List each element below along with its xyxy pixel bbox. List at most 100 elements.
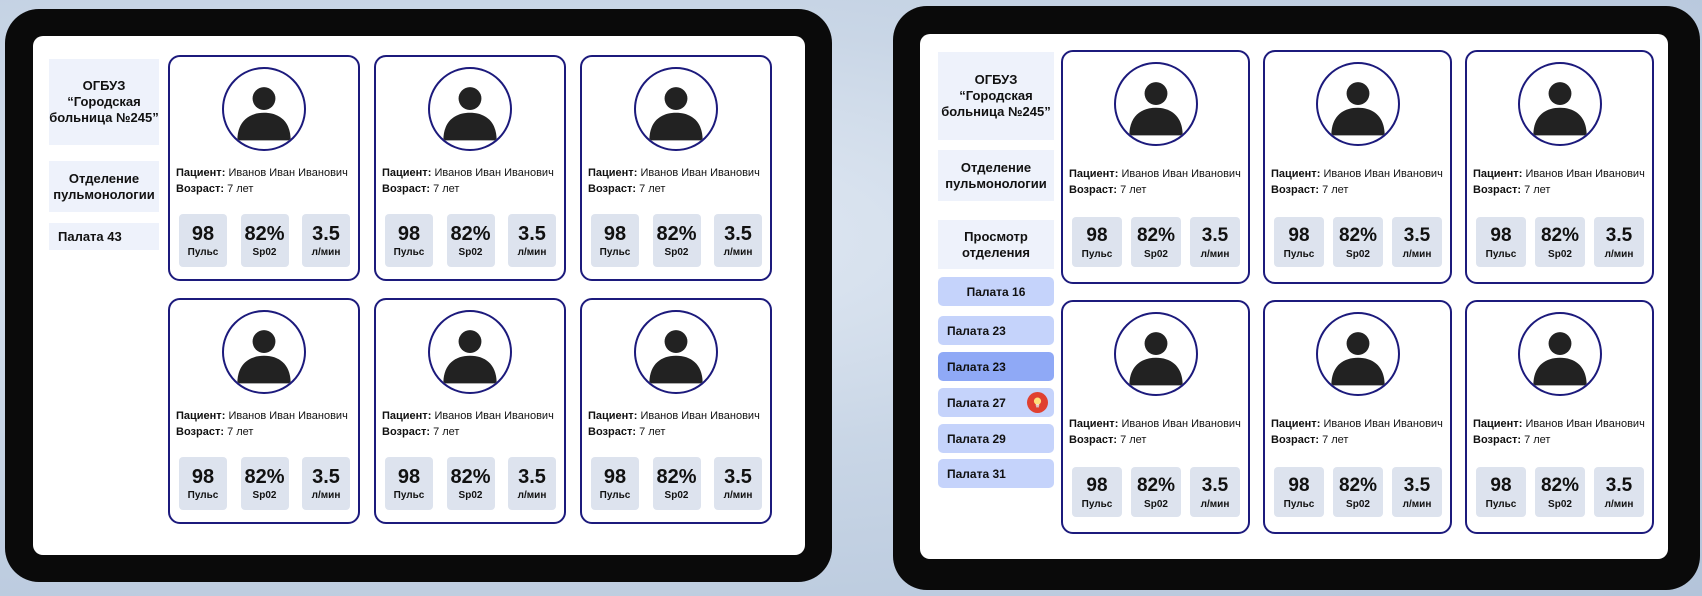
patient-card[interactable]: Пациент: Иванов Иван Иванович Возраст: 7 …: [1465, 300, 1654, 534]
ward-button-label: Палата 23: [947, 359, 1006, 374]
oxygen-flow-value: 3.5: [1605, 474, 1633, 496]
pulse-tile: 98 Пульс: [591, 214, 639, 267]
oxygen-flow-value: 3.5: [518, 466, 546, 488]
user-avatar-icon: [1315, 62, 1400, 146]
pulse-tile: 98 Пульс: [591, 457, 639, 510]
patient-label: Пациент:: [382, 167, 432, 179]
patient-name: Иванов Иван Иванович: [1121, 168, 1241, 180]
oxygen-flow-tile: 3.5 л/мин: [508, 457, 556, 510]
ward-button-27[interactable]: Палата 27: [938, 388, 1054, 417]
ward-button-31[interactable]: Палата 31: [938, 459, 1054, 488]
age-value: 7 лет: [1322, 434, 1349, 446]
spo2-tile: 82% Sp02: [1131, 217, 1181, 267]
patient-card[interactable]: Пациент: Иванов Иван Иванович Возраст: 7 …: [1263, 300, 1452, 534]
patient-card[interactable]: Пациент: Иванов Иван Иванович Возраст: 7 …: [168, 55, 360, 281]
spo2-tile: 82% Sp02: [652, 457, 701, 510]
spo2-tile: 82% Sp02: [1333, 467, 1383, 517]
pulse-label: Пульс: [1283, 248, 1315, 260]
lightbulb-icon[interactable]: [1027, 392, 1048, 413]
patient-info: Пациент: Иванов Иван Иванович Возраст: 7 …: [1069, 416, 1244, 448]
pulse-value: 98: [1490, 224, 1512, 246]
spo2-value: 82%: [1338, 224, 1378, 246]
oxygen-flow-value: 3.5: [1403, 474, 1431, 496]
oxygen-flow-label: л/мин: [723, 247, 753, 258]
patient-info: Пациент: Иванов Иван Иванович Возраст: 7 …: [1473, 416, 1648, 448]
pulse-tile: 98 Пульс: [1072, 217, 1122, 267]
patient-card[interactable]: Пациент: Иванов Иван Иванович Возраст: 7 …: [1061, 300, 1250, 534]
age-label: Возраст:: [382, 426, 430, 438]
age-label: Возраст:: [176, 426, 224, 438]
spo2-label: Sp02: [252, 247, 277, 258]
ward-button-23[interactable]: Палата 23: [938, 316, 1054, 345]
patient-info: Пациент: Иванов Иван Иванович Возраст: 7 …: [382, 165, 560, 197]
hospital-name: ОГБУЗ “Городская больница №245”: [938, 52, 1054, 140]
spo2-label: Sp02: [252, 490, 277, 501]
pulse-label: Пульс: [1283, 498, 1315, 510]
spo2-value: 82%: [450, 466, 491, 488]
age-value: 7 лет: [433, 183, 460, 195]
spo2-value: 82%: [1136, 224, 1176, 246]
spo2-tile: 82% Sp02: [652, 214, 701, 267]
patient-name: Иванов Иван Иванович: [640, 167, 760, 179]
pulse-value: 98: [603, 466, 627, 488]
pulse-label: Пульс: [187, 247, 219, 258]
oxygen-flow-tile: 3.5 л/мин: [302, 457, 350, 510]
patient-card[interactable]: Пациент: Иванов Иван Иванович Возраст: 7 …: [580, 55, 772, 281]
age-label: Возраст:: [382, 183, 430, 195]
ward-button-29[interactable]: Палата 29: [938, 424, 1054, 453]
age-label: Возраст:: [1473, 184, 1521, 196]
pulse-tile: 98 Пульс: [385, 214, 433, 267]
patient-info: Пациент: Иванов Иван Иванович Возраст: 7 …: [176, 165, 354, 197]
vitals-row: 98 Пульс 82% Sp02 3.5 л/мин: [385, 457, 556, 510]
oxygen-flow-label: л/мин: [1402, 498, 1432, 510]
patient-card[interactable]: Пациент: Иванов Иван Иванович Возраст: 7 …: [1465, 50, 1654, 284]
hospital-name: ОГБУЗ “Городская больница №245”: [49, 59, 159, 145]
vitals-row: 98 Пульс 82% Sp02 3.5 л/мин: [1476, 467, 1644, 520]
ward-button-16[interactable]: Палата 16: [938, 277, 1054, 306]
pulse-label: Пульс: [393, 490, 425, 501]
user-avatar-icon: [222, 67, 306, 151]
oxygen-flow-label: л/мин: [517, 247, 547, 258]
pulse-tile: 98 Пульс: [1476, 467, 1526, 517]
oxygen-flow-value: 3.5: [312, 466, 340, 488]
pulse-label: Пульс: [599, 490, 631, 501]
pulse-value: 98: [191, 223, 215, 245]
patient-info: Пациент: Иванов Иван Иванович Возраст: 7 …: [1271, 166, 1446, 198]
user-avatar-icon: [634, 67, 718, 151]
age-value: 7 лет: [1322, 184, 1349, 196]
view-department-button[interactable]: Просмотр отделения: [938, 220, 1054, 269]
pulse-tile: 98 Пульс: [179, 457, 227, 510]
ward-button-label: Палата 29: [947, 431, 1006, 446]
patient-card[interactable]: Пациент: Иванов Иван Иванович Возраст: 7 …: [1061, 50, 1250, 284]
pulse-tile: 98 Пульс: [385, 457, 433, 510]
pulse-value: 98: [1086, 474, 1108, 496]
patient-card[interactable]: Пациент: Иванов Иван Иванович Возраст: 7 …: [374, 298, 566, 524]
pulse-label: Пульс: [393, 247, 425, 258]
pulse-value: 98: [1086, 224, 1108, 246]
age-value: 7 лет: [639, 183, 666, 195]
oxygen-flow-tile: 3.5 л/мин: [714, 457, 762, 510]
pulse-value: 98: [191, 466, 215, 488]
patient-card[interactable]: Пациент: Иванов Иван Иванович Возраст: 7 …: [374, 55, 566, 281]
spo2-tile: 82% Sp02: [1131, 467, 1181, 517]
age-value: 7 лет: [1524, 434, 1551, 446]
oxygen-flow-label: л/мин: [311, 490, 341, 501]
oxygen-flow-tile: 3.5 л/мин: [1594, 467, 1644, 517]
ward-button-23-active[interactable]: Палата 23: [938, 352, 1054, 381]
patient-card[interactable]: Пациент: Иванов Иван Иванович Возраст: 7 …: [168, 298, 360, 524]
patient-card[interactable]: Пациент: Иванов Иван Иванович Возраст: 7 …: [1263, 50, 1452, 284]
patient-card[interactable]: Пациент: Иванов Иван Иванович Возраст: 7 …: [580, 298, 772, 524]
user-avatar-icon: [428, 310, 512, 394]
age-value: 7 лет: [1120, 434, 1147, 446]
patient-label: Пациент:: [1473, 418, 1523, 430]
age-label: Возраст:: [1069, 184, 1117, 196]
ward-button-label: Палата 31: [947, 466, 1006, 481]
patient-info: Пациент: Иванов Иван Иванович Возраст: 7 …: [382, 408, 560, 440]
patient-label: Пациент:: [176, 410, 226, 422]
oxygen-flow-tile: 3.5 л/мин: [1190, 217, 1240, 267]
spo2-value: 82%: [656, 466, 697, 488]
patient-name: Иванов Иван Иванович: [434, 410, 554, 422]
oxygen-flow-tile: 3.5 л/мин: [1392, 467, 1442, 517]
user-avatar-icon: [222, 310, 306, 394]
tablet-screen-right: ОГБУЗ “Городская больница №245” Отделени…: [920, 34, 1668, 559]
